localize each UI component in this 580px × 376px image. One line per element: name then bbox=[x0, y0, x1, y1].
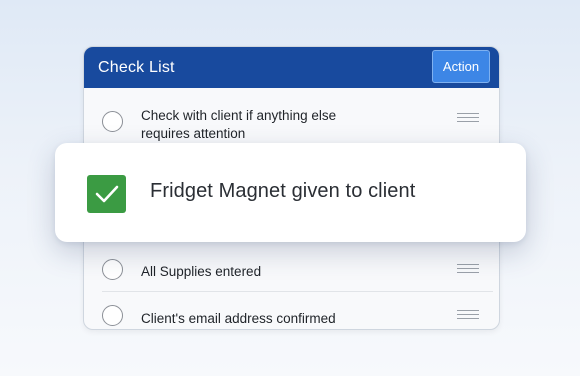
checklist-item: Check with client if anything else requi… bbox=[84, 104, 499, 144]
item-label-line1: Check with client if anything else bbox=[141, 108, 337, 123]
checklist-title: Check List bbox=[98, 58, 175, 76]
checklist-item: All Supplies entered bbox=[84, 257, 499, 283]
drag-handle-icon[interactable] bbox=[457, 310, 479, 320]
drag-handle-icon[interactable] bbox=[457, 264, 479, 274]
checklist-header: Check List Action bbox=[84, 47, 499, 88]
item-label: Client's email address confirmed bbox=[141, 311, 336, 326]
row-divider bbox=[102, 291, 493, 292]
completed-item-label: Fridget Magnet given to client bbox=[150, 180, 416, 202]
item-label: All Supplies entered bbox=[141, 264, 262, 279]
item-label-line2: requires attention bbox=[141, 126, 246, 141]
drag-handle-icon[interactable] bbox=[457, 113, 479, 123]
item-radio[interactable] bbox=[102, 111, 123, 132]
action-button[interactable]: Action bbox=[432, 50, 490, 83]
item-radio[interactable] bbox=[102, 305, 123, 326]
checklist-item: Client's email address confirmed bbox=[84, 304, 499, 329]
completed-item-card: Fridget Magnet given to client bbox=[55, 143, 526, 242]
item-label: Check with client if anything else requi… bbox=[141, 107, 336, 143]
check-icon bbox=[95, 185, 118, 203]
item-radio[interactable] bbox=[102, 259, 123, 280]
item-checkbox-checked[interactable] bbox=[87, 175, 126, 213]
